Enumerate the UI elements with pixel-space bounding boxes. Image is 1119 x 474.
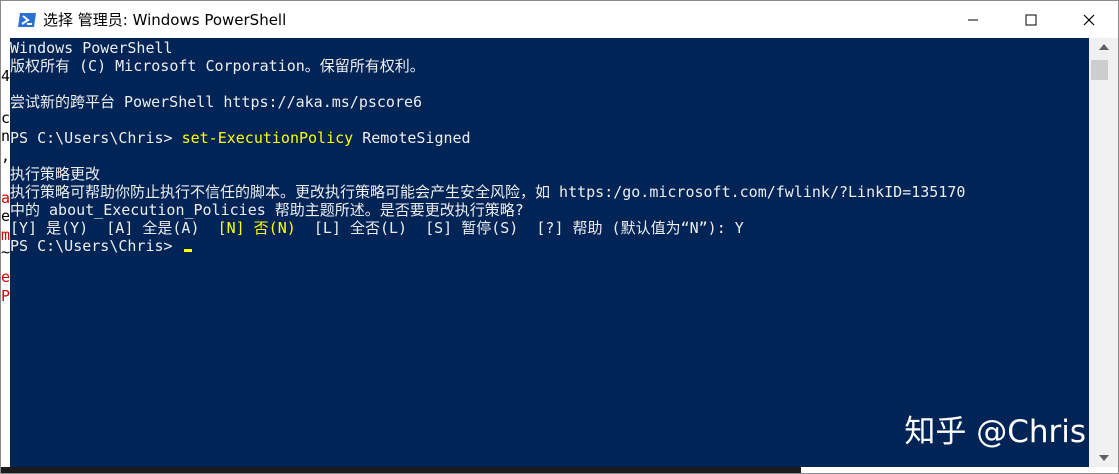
bg-char: m: [1, 226, 10, 244]
powershell-icon: [18, 12, 36, 27]
prompt: PS C:\Users\Chris>: [10, 237, 182, 255]
bg-char: ,: [1, 147, 10, 165]
close-icon: [1083, 14, 1095, 25]
text-cursor: [183, 249, 192, 252]
bg-char: n: [1, 127, 10, 145]
bg-char: a: [1, 189, 10, 207]
bg-char: P: [1, 287, 10, 305]
title-bar[interactable]: 选择 管理员: Windows PowerShell: [1, 1, 1118, 38]
scroll-up-button[interactable]: [1089, 38, 1118, 56]
console-line: PS C:\Users\Chris>: [10, 237, 192, 255]
prompt: PS C:\Users\Chris>: [10, 129, 182, 147]
caption-buttons: [944, 1, 1118, 38]
watermark: 知乎 @Chris: [904, 414, 1086, 450]
scrollbar-thumb[interactable]: [1091, 60, 1108, 80]
close-button[interactable]: [1060, 1, 1118, 38]
bg-char: ~: [1, 243, 10, 261]
minimize-icon: [968, 19, 978, 20]
scroll-down-button[interactable]: [1089, 449, 1118, 467]
console-line: 执行策略可帮助你防止执行不信任的脚本。更改执行策略可能会产生安全风险，如 htt…: [10, 183, 966, 201]
console-line: [Y] 是(Y) [A] 全是(A) [N] 否(N) [L] 全否(L) [S…: [10, 219, 744, 237]
bg-char: e: [1, 207, 10, 225]
bg-char: 4: [1, 67, 10, 85]
command: set-ExecutionPolicy: [181, 129, 354, 147]
console-line: 中的 about_Execution_Policies 帮助主题所述。是否要更改…: [10, 201, 524, 219]
choice-default: [N] 否(N): [217, 219, 296, 237]
command-arg: RemoteSigned: [353, 129, 471, 147]
powershell-window: 选择 管理员: Windows PowerShell 4 c n , a e m…: [0, 0, 1119, 474]
console-line: Windows PowerShell: [10, 39, 173, 57]
choice-text: [Y] 是(Y) [A] 全是(A): [10, 219, 218, 237]
console-line: 尝试新的跨平台 PowerShell https://aka.ms/pscore…: [10, 93, 423, 111]
console-output[interactable]: Windows PowerShell 版权所有 (C) Microsoft Co…: [10, 38, 1089, 467]
console-line: 版权所有 (C) Microsoft Corporation。保留所有权利。: [10, 57, 425, 75]
maximize-icon: [1025, 14, 1037, 25]
minimize-button[interactable]: [944, 1, 1002, 38]
vertical-scrollbar[interactable]: [1089, 38, 1118, 467]
choice-text: [L] 全否(L) [S] 暂停(S) [?] 帮助 (默认值为“N”): Y: [295, 219, 744, 237]
chevron-up-icon: [1098, 44, 1109, 50]
console-line: PS C:\Users\Chris> set-ExecutionPolicy R…: [10, 129, 471, 147]
console-line: 执行策略更改: [10, 165, 101, 183]
bg-char: c: [1, 109, 10, 127]
chevron-down-icon: [1098, 455, 1109, 461]
taskbar-strip: [1, 467, 801, 473]
bg-char: e: [1, 268, 10, 286]
window-title: 选择 管理员: Windows PowerShell: [43, 11, 287, 29]
maximize-button[interactable]: [1002, 1, 1060, 38]
background-window-strip: 4 c n , a e m ~ e P: [1, 38, 10, 467]
